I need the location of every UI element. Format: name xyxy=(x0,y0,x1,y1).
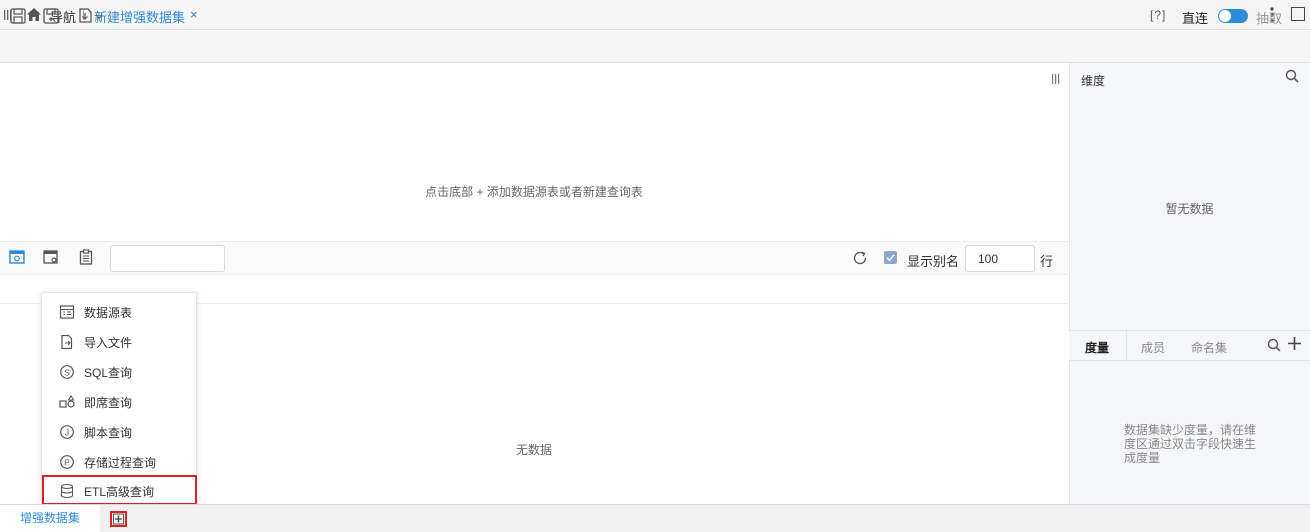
help-icon[interactable]: [?] xyxy=(1150,8,1166,22)
row-count-input[interactable] xyxy=(965,245,1035,272)
tab-close-icon[interactable]: × xyxy=(190,7,198,22)
extract-mode-label: 抽取 xyxy=(1256,11,1283,26)
procedure-query-icon: P xyxy=(60,455,74,469)
menu-item-label: 导入文件 xyxy=(84,336,133,350)
measure-empty-text: 数据集缺少度量，请在维度区通过双击字段快速生成度量 xyxy=(1124,423,1257,465)
dimension-search-icon[interactable] xyxy=(1285,69,1299,83)
home-icon[interactable] xyxy=(26,7,42,22)
canvas-hint-text: 点击底部 + 添加数据源表或者新建查询表 xyxy=(425,185,643,199)
collapse-grip-icon[interactable] xyxy=(1052,74,1060,84)
menu-item-label: 脚本查询 xyxy=(84,426,133,440)
toggle-knob xyxy=(1219,10,1231,22)
adhoc-query-icon xyxy=(59,394,75,408)
menu-item-label: 存储过程查询 xyxy=(84,456,157,470)
file-import-icon xyxy=(61,334,73,350)
menu-item-procedure-query[interactable]: P 存储过程查询 xyxy=(42,447,196,477)
menu-item-etl-query[interactable]: ETL高级查询 xyxy=(42,475,197,505)
show-alias-checkbox[interactable] xyxy=(884,251,897,264)
menu-item-label: SQL查询 xyxy=(84,366,133,380)
tab-measure[interactable]: 度量 xyxy=(1085,339,1109,356)
tab-new-enhanced-dataset[interactable]: 新建增强数据集 xyxy=(94,7,185,26)
menu-item-label: ETL高级查询 xyxy=(84,485,155,499)
refresh-icon[interactable] xyxy=(852,250,868,266)
design-canvas[interactable] xyxy=(0,63,1068,241)
menu-item-adhoc-query[interactable]: 即席查询 xyxy=(42,387,196,417)
etl-query-icon xyxy=(60,483,74,499)
menu-item-sql-query[interactable]: S SQL查询 xyxy=(42,357,196,387)
menu-item-import-file[interactable]: 导入文件 xyxy=(42,327,196,357)
add-measure-icon[interactable] xyxy=(1287,336,1302,351)
tab-named-set[interactable]: 命名集 xyxy=(1191,339,1227,356)
add-table-icon[interactable] xyxy=(110,511,127,527)
menu-item-datasource-table[interactable]: 数据源表 xyxy=(42,297,196,327)
save-icon[interactable] xyxy=(9,7,27,25)
measure-search-icon[interactable] xyxy=(1267,338,1281,352)
svg-text:P: P xyxy=(64,457,70,467)
svg-text:S: S xyxy=(64,367,70,377)
clipboard-icon[interactable] xyxy=(78,249,94,265)
field-search-input[interactable] xyxy=(110,245,225,272)
menu-item-script-query[interactable]: J 脚本查询 xyxy=(42,417,196,447)
data-preview-icon[interactable] xyxy=(9,249,25,265)
dimension-empty-text: 暂无数据 xyxy=(1165,202,1214,216)
maximize-icon[interactable] xyxy=(1291,7,1305,21)
tab-member[interactable]: 成员 xyxy=(1141,339,1165,356)
bottom-tab-bar xyxy=(0,504,1310,532)
tab-divider xyxy=(1126,330,1127,361)
svg-text:J: J xyxy=(65,427,69,437)
tab-enhanced-dataset[interactable]: 增强数据集 xyxy=(0,505,100,532)
direct-mode-label: 直连 xyxy=(1182,11,1209,26)
add-table-menu: 数据源表 导入文件 S SQL查询 即席查询 J 脚本查询 P 存储过程查询 E… xyxy=(41,292,197,508)
show-alias-label[interactable]: 显示别名 xyxy=(907,251,959,270)
script-query-icon: J xyxy=(60,425,74,439)
menu-item-label: 数据源表 xyxy=(84,306,133,320)
table-settings-icon[interactable] xyxy=(43,249,59,265)
dimension-title: 维度 xyxy=(1081,74,1106,88)
row-unit-label: 行 xyxy=(1040,254,1054,269)
export-icon[interactable] xyxy=(77,7,105,25)
main-toolbar xyxy=(0,31,1310,63)
menu-item-label: 即席查询 xyxy=(84,396,133,410)
table-icon xyxy=(59,305,75,319)
sql-query-icon: S xyxy=(60,365,74,379)
save-as-icon[interactable] xyxy=(42,7,60,25)
